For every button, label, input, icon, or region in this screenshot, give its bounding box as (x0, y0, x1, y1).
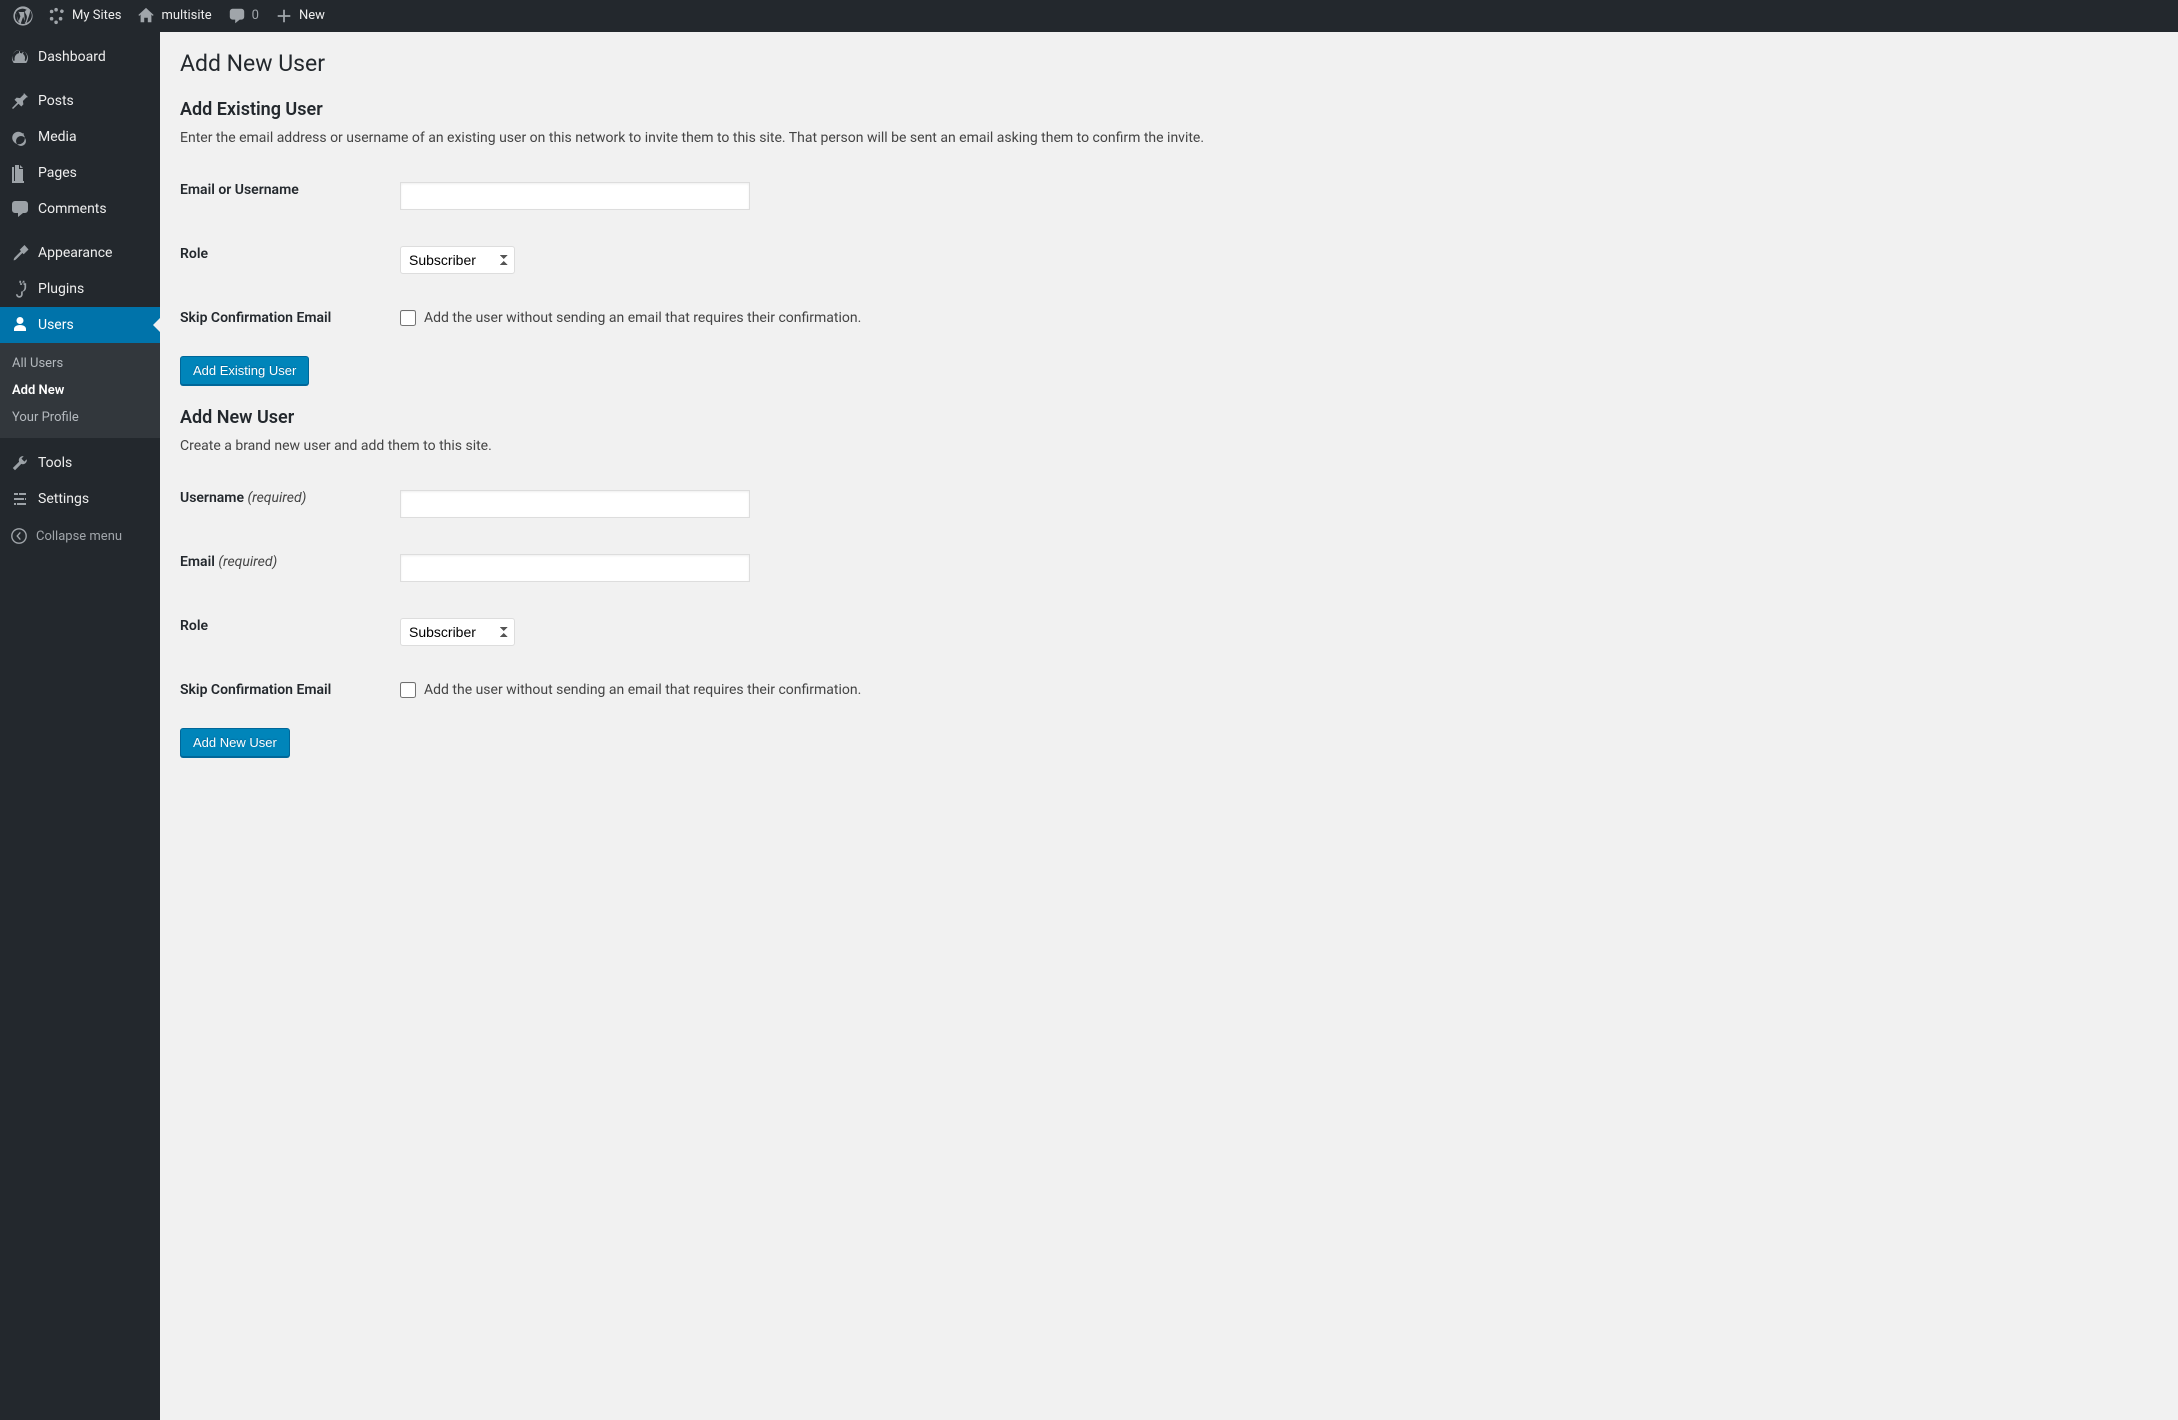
admin-sidebar: Dashboard Posts Media Pages Comments App… (0, 32, 160, 1420)
menu-comments[interactable]: Comments (0, 191, 160, 227)
site-name-link[interactable]: multisite (129, 0, 219, 32)
appearance-icon (10, 243, 30, 263)
tools-icon (10, 453, 30, 473)
form-existing-user: Email or Username Role Subscriber Skip C… (180, 164, 2158, 344)
label-role-new: Role (180, 600, 400, 664)
select-role-new[interactable]: Subscriber (400, 618, 515, 646)
label-username: Username (required) (180, 472, 400, 536)
submenu-add-new[interactable]: Add New (0, 377, 160, 404)
plus-icon (275, 7, 293, 25)
desc-add-existing-user: Enter the email address or username of a… (180, 130, 2158, 146)
menu-media[interactable]: Media (0, 119, 160, 155)
menu-posts[interactable]: Posts (0, 83, 160, 119)
input-email-or-username[interactable] (400, 182, 750, 210)
comments-link[interactable]: 0 (220, 0, 267, 32)
checkbox-skip-confirmation-existing[interactable] (400, 310, 416, 326)
comments-count: 0 (252, 0, 259, 32)
submenu-your-profile[interactable]: Your Profile (0, 404, 160, 431)
submenu-all-users[interactable]: All Users (0, 350, 160, 377)
wp-logo[interactable] (6, 6, 40, 26)
pages-icon (10, 163, 30, 183)
media-icon (10, 127, 30, 147)
my-sites-link[interactable]: My Sites (40, 0, 129, 32)
current-menu-indicator (153, 317, 161, 333)
menu-plugins[interactable]: Plugins (0, 271, 160, 307)
label-skip-confirmation-new: Skip Confirmation Email (180, 664, 400, 716)
input-email[interactable] (400, 554, 750, 582)
settings-icon (10, 489, 30, 509)
menu-dashboard[interactable]: Dashboard (0, 39, 160, 75)
label-email-or-username: Email or Username (180, 164, 400, 228)
menu-tools[interactable]: Tools (0, 445, 160, 481)
comments-icon (10, 199, 30, 219)
input-username[interactable] (400, 490, 750, 518)
dashboard-icon (10, 47, 30, 67)
select-role-existing[interactable]: Subscriber (400, 246, 515, 274)
checkbox-skip-confirmation-new-wrap[interactable]: Add the user without sending an email th… (400, 682, 2148, 698)
label-skip-confirmation-existing: Skip Confirmation Email (180, 292, 400, 344)
form-new-user: Username (required) Email (required) Rol… (180, 472, 2158, 716)
checkbox-skip-confirmation-new[interactable] (400, 682, 416, 698)
checkbox-skip-confirmation-existing-wrap[interactable]: Add the user without sending an email th… (400, 310, 2148, 326)
my-sites-label: My Sites (72, 0, 121, 32)
admin-bar: My Sites multisite 0 New (0, 0, 2178, 32)
main-content: Add New User Add Existing User Enter the… (160, 32, 2178, 1420)
label-role-existing: Role (180, 228, 400, 292)
network-icon (48, 7, 66, 25)
users-icon (10, 315, 30, 335)
submenu-users: All Users Add New Your Profile (0, 343, 160, 438)
menu-settings[interactable]: Settings (0, 481, 160, 517)
home-icon (137, 7, 155, 25)
button-add-existing-user[interactable]: Add Existing User (180, 356, 309, 385)
heading-add-existing-user: Add Existing User (180, 99, 2158, 120)
collapse-menu-button[interactable]: Collapse menu (0, 517, 160, 555)
pin-icon (10, 91, 30, 111)
desc-add-new-user: Create a brand new user and add them to … (180, 438, 2158, 454)
collapse-icon (10, 527, 28, 545)
new-content-label: New (299, 0, 325, 32)
new-content-link[interactable]: New (267, 0, 333, 32)
plugins-icon (10, 279, 30, 299)
menu-pages[interactable]: Pages (0, 155, 160, 191)
menu-users[interactable]: Users (0, 307, 160, 343)
button-add-new-user[interactable]: Add New User (180, 728, 290, 757)
comment-icon (228, 7, 246, 25)
heading-add-new-user: Add New User (180, 407, 2158, 428)
page-title: Add New User (180, 50, 2158, 77)
site-name-label: multisite (161, 0, 211, 32)
menu-appearance[interactable]: Appearance (0, 235, 160, 271)
label-email: Email (required) (180, 536, 400, 600)
